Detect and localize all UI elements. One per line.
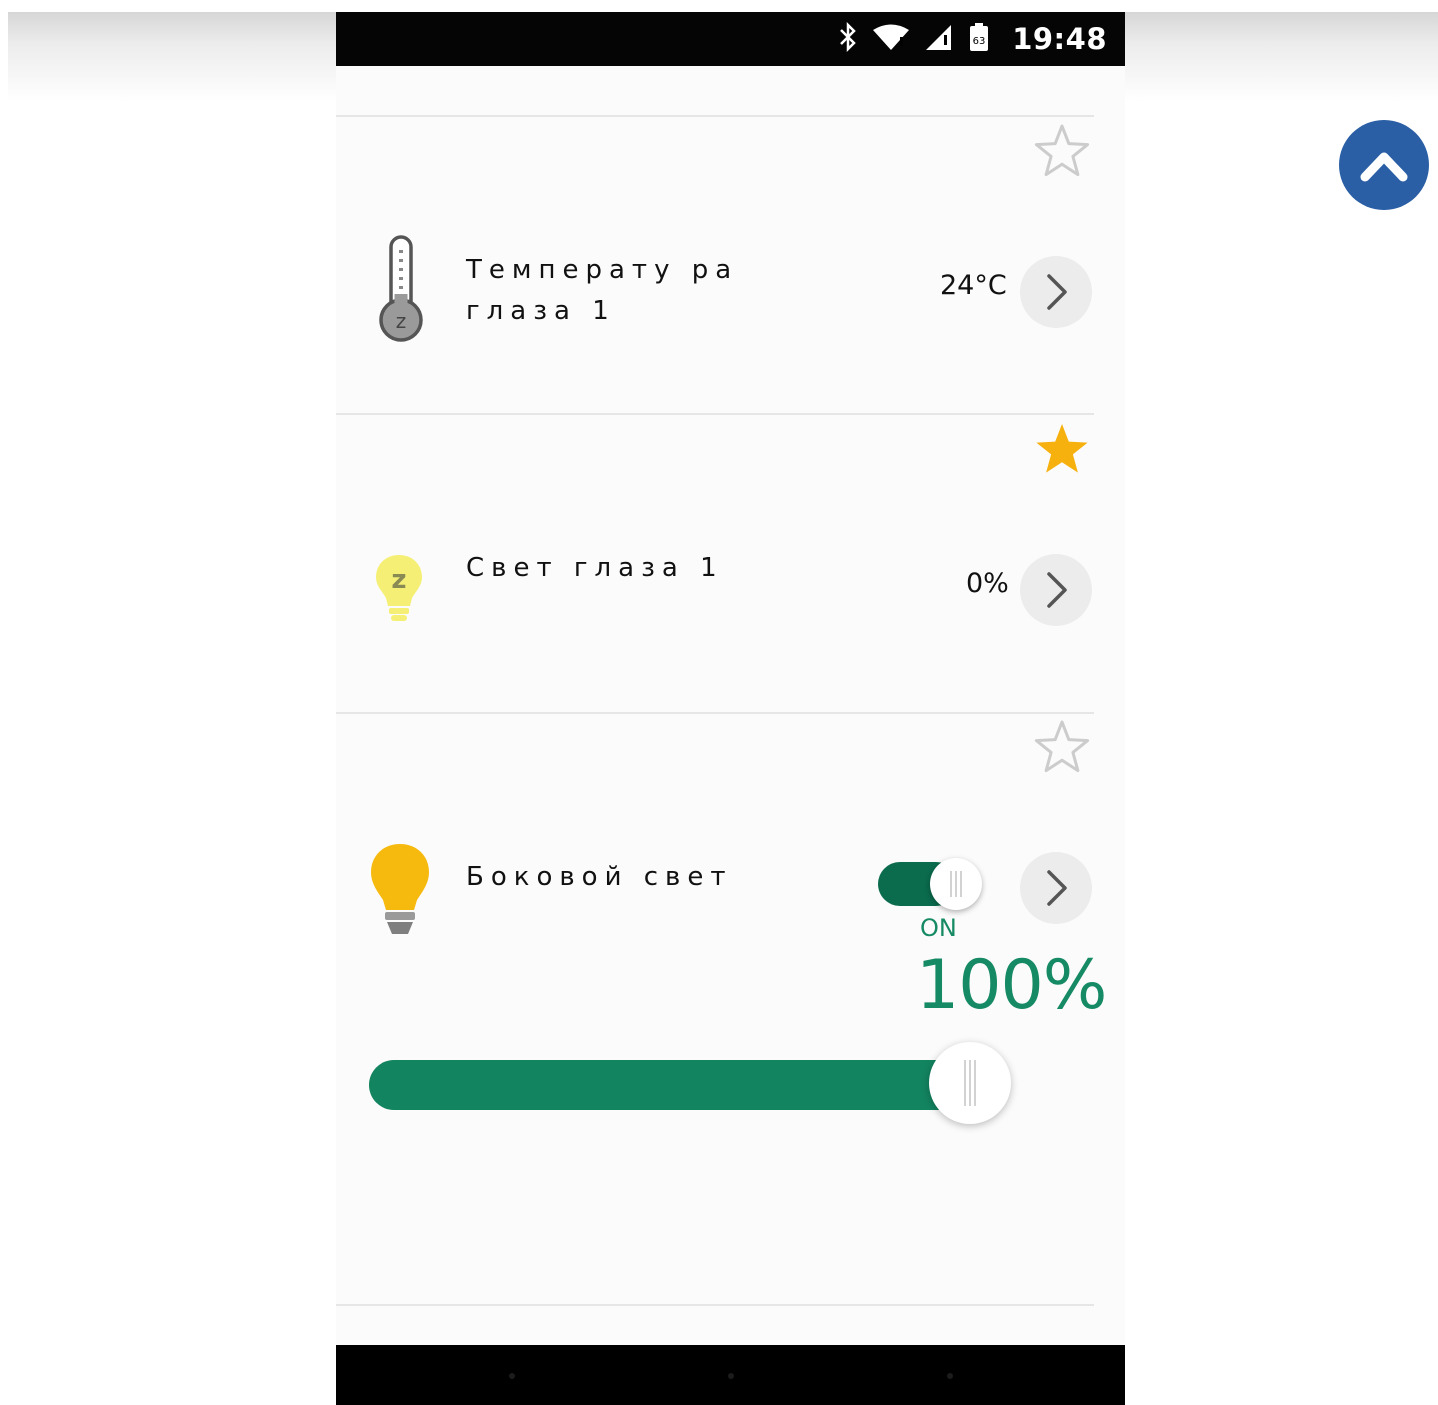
status-time: 19:48: [1012, 22, 1107, 56]
battery-icon: 63: [970, 23, 988, 51]
list-divider: [336, 413, 1094, 415]
device-label: Температу ра глаза 1: [466, 255, 739, 326]
chevron-right-icon: [1047, 274, 1067, 310]
chevron-right-icon: [1047, 572, 1067, 608]
navigation-bar: [336, 1345, 1125, 1405]
device-value: 24°C: [940, 270, 1007, 301]
wifi-icon: [873, 24, 909, 50]
svg-text:z: z: [391, 565, 406, 595]
list-divider: [336, 1304, 1094, 1306]
toggle-thumb[interactable]: [930, 858, 982, 910]
bluetooth-icon: [840, 22, 856, 52]
nav-back-button[interactable]: [509, 1373, 515, 1379]
brightness-level: 100%: [916, 946, 1107, 1025]
nav-home-button[interactable]: [728, 1373, 734, 1379]
favorite-star-filled-icon[interactable]: [1032, 420, 1092, 480]
chevron-right-icon: [1047, 870, 1067, 906]
battery-level-text: 63: [973, 36, 986, 47]
device-label: Свет глаза 1: [466, 553, 724, 583]
status-bar: 63 19:48: [336, 12, 1125, 66]
list-divider: [336, 115, 1094, 117]
slider-fill: [369, 1060, 969, 1110]
favorite-star-outline-icon[interactable]: [1032, 718, 1092, 778]
toggle-state-label: ON: [920, 914, 957, 942]
favorite-star-outline-icon[interactable]: [1032, 122, 1092, 182]
device-details-button[interactable]: [1020, 256, 1092, 328]
scroll-to-top-button[interactable]: [1339, 120, 1429, 210]
signal-icon: [926, 25, 951, 50]
nav-recents-button[interactable]: [947, 1373, 953, 1379]
power-toggle[interactable]: [878, 858, 986, 910]
svg-text:z: z: [396, 309, 407, 333]
sleeping-bulb-icon: z: [376, 555, 422, 621]
bulb-icon: [371, 844, 429, 934]
slider-thumb[interactable]: [929, 1042, 1011, 1124]
phone-screen: 63 19:48 z Температу ра глаза 1 24°C z С…: [336, 12, 1125, 1405]
device-details-button[interactable]: [1020, 852, 1092, 924]
device-value: 0%: [966, 568, 1009, 599]
list-divider: [336, 712, 1094, 714]
device-label: Боковой свет: [466, 862, 733, 892]
chevron-up-icon: [1360, 152, 1408, 182]
device-details-button[interactable]: [1020, 554, 1092, 626]
thermometer-icon: z: [379, 235, 423, 342]
status-icons: 63: [838, 22, 990, 52]
brightness-slider[interactable]: [369, 1042, 1011, 1124]
